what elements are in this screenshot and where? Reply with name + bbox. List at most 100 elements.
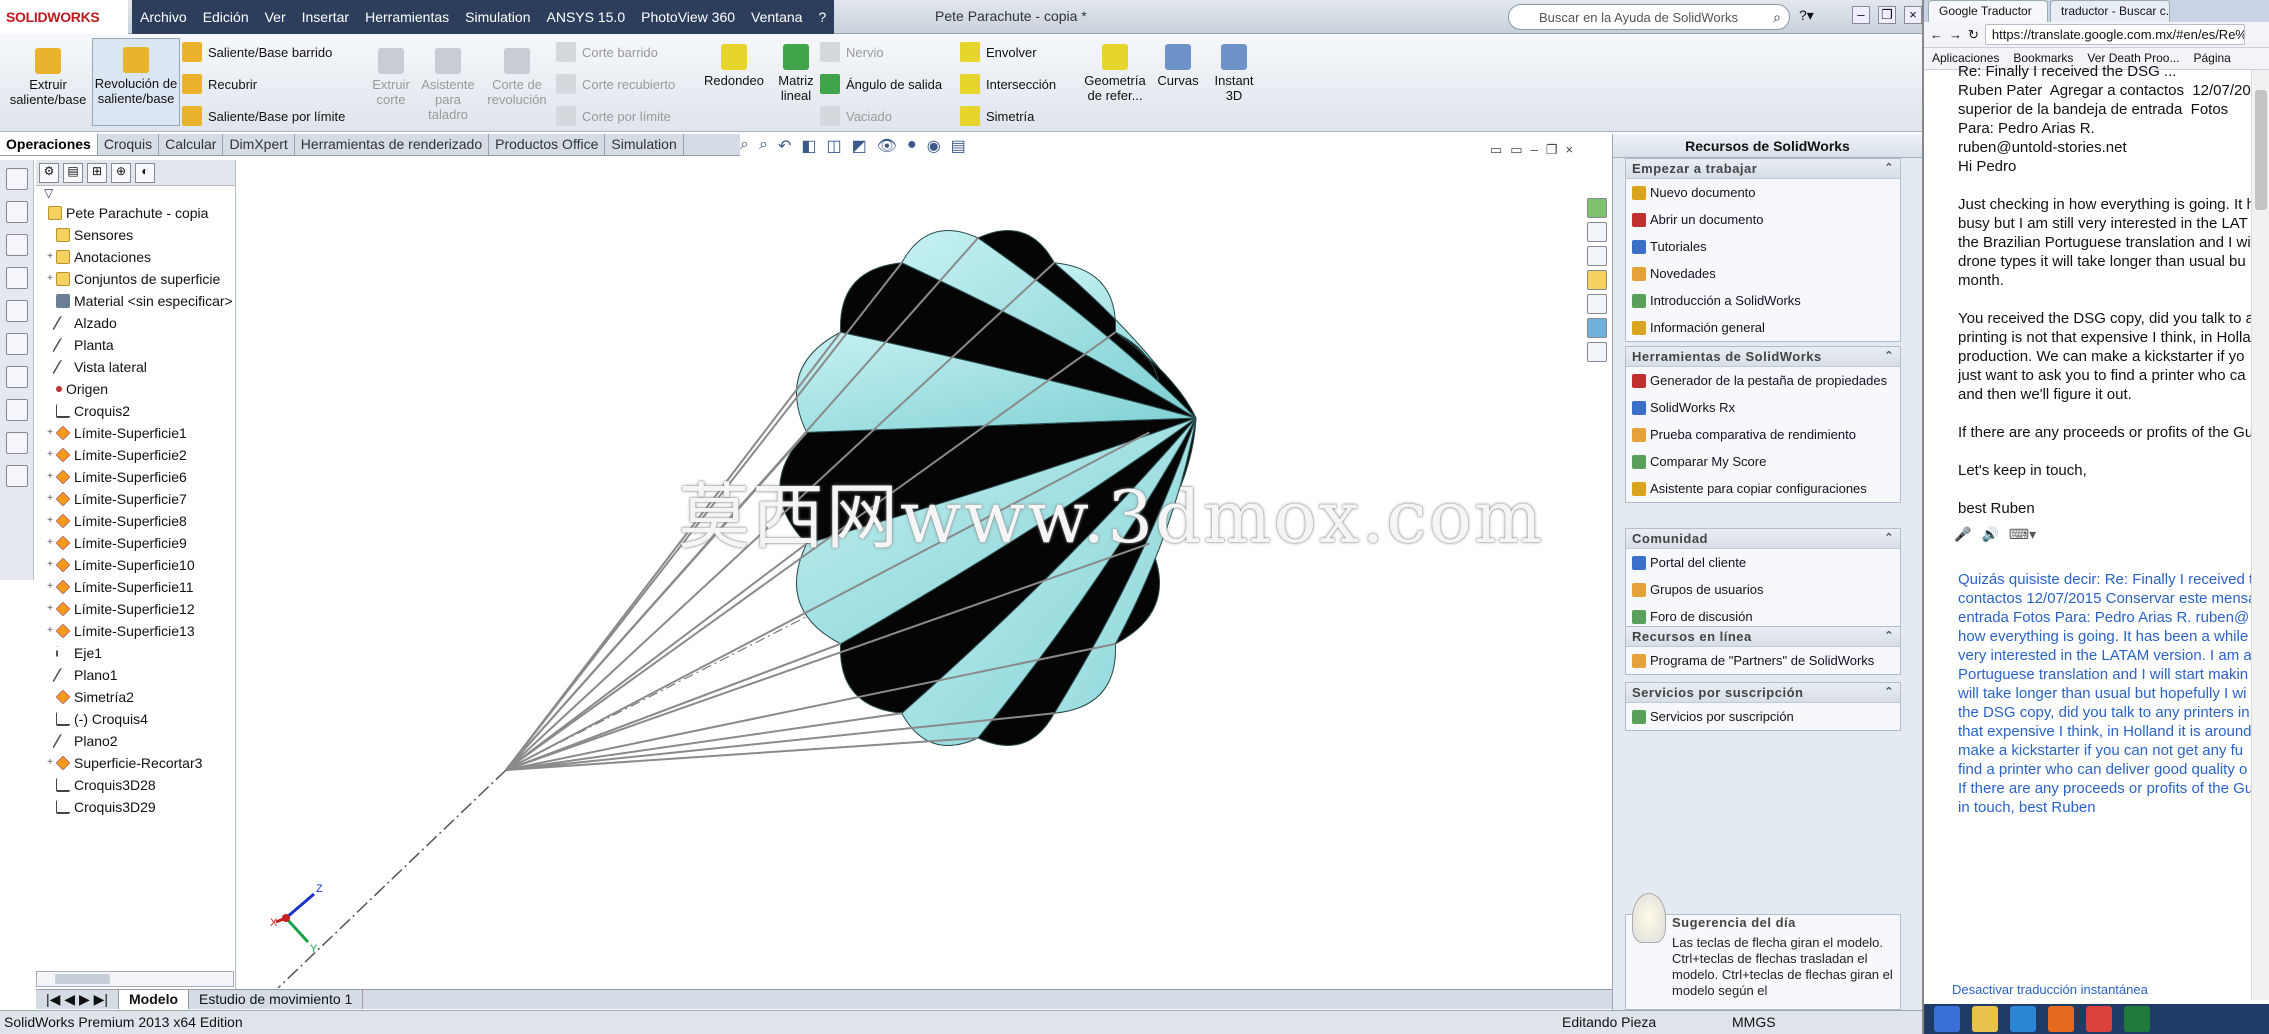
expand-icon[interactable]: + — [44, 510, 56, 532]
url-input[interactable]: https://translate.google.com.mx/#en/es/R… — [1984, 24, 2245, 45]
tree-item[interactable]: Croquis2 — [36, 400, 235, 422]
forward-icon[interactable]: → — [1949, 27, 1962, 42]
scene-icon[interactable]: ◉ — [927, 136, 941, 156]
boundary-cut-button[interactable]: Corte por límite — [556, 106, 671, 126]
tree-item[interactable]: Simetría2 — [36, 686, 235, 708]
start-icon[interactable] — [1934, 1006, 1960, 1032]
configuration-icon[interactable]: ⊞ — [87, 163, 107, 183]
curves-button[interactable]: Curvas — [1154, 44, 1202, 88]
collapse-icon[interactable]: ⌃ — [1884, 161, 1894, 174]
resource-link[interactable]: Grupos de usuarios — [1626, 576, 1900, 603]
collapse-icon[interactable]: ⌃ — [1884, 349, 1894, 362]
expand-icon[interactable]: + — [44, 576, 56, 598]
hole-wizard-button[interactable]: Asistente para taladro — [418, 48, 478, 122]
tree-item[interactable]: Croquis3D29 — [36, 796, 235, 818]
menu-item-9[interactable]: ? — [810, 9, 834, 25]
fillet-button[interactable]: Redondeo — [702, 44, 766, 88]
dimxpert-icon[interactable]: ⊕ — [111, 163, 131, 183]
tab-2[interactable]: Calcular — [159, 134, 224, 155]
disable-instant-translation-link[interactable]: Desactivar traducción instantánea — [1952, 982, 2148, 997]
source-text[interactable]: Re: Finally I received the DSG ... Ruben… — [1958, 62, 2269, 518]
tab-search[interactable]: traductor - Buscar c... — [2050, 0, 2170, 22]
browser-scrollbar[interactable] — [2251, 70, 2269, 1000]
expand-icon[interactable]: + — [44, 466, 56, 488]
tree-item[interactable]: Planta — [36, 334, 235, 356]
restore-icon[interactable]: ❐ — [1878, 6, 1896, 24]
tab-1[interactable]: Croquis — [98, 134, 160, 155]
loft-button[interactable]: Recubrir — [182, 74, 257, 94]
tree-root[interactable]: Pete Parachute - copia — [36, 202, 235, 224]
tab-6[interactable]: Simulation — [605, 134, 684, 155]
expand-icon[interactable]: + — [44, 422, 56, 444]
resource-link[interactable]: Generador de la pestaña de propiedades — [1626, 367, 1900, 394]
tree-item[interactable]: + Superficie-Recortar3 — [36, 752, 235, 774]
boundary-boss-button[interactable]: Saliente/Base por límite — [182, 106, 345, 126]
split-view-icon[interactable]: ▭ — [1490, 142, 1502, 158]
line-tool-icon[interactable] — [6, 234, 28, 256]
explorer-icon[interactable] — [1972, 1006, 1998, 1032]
tree-item[interactable]: Alzado — [36, 312, 235, 334]
expand-icon[interactable]: + — [44, 752, 56, 774]
menu-item-0[interactable]: Archivo — [132, 9, 195, 25]
tree-item[interactable]: + Límite-Superficie11 — [36, 576, 235, 598]
wrap-button[interactable]: Envolver — [960, 42, 1037, 62]
tab-0[interactable]: Operaciones — [0, 134, 98, 155]
tree-scrollbar[interactable] — [36, 971, 234, 987]
resource-link[interactable]: Nuevo documento — [1626, 179, 1900, 206]
appearances-tab-icon[interactable] — [1587, 318, 1607, 338]
tab-model[interactable]: Modelo — [119, 990, 190, 1009]
tree-item[interactable]: Origen — [36, 378, 235, 400]
feature-tree-icon[interactable]: ⚙ — [39, 163, 59, 183]
previous-view-icon[interactable]: ↶ — [778, 136, 791, 156]
rect-tool-icon[interactable] — [6, 267, 28, 289]
menu-item-4[interactable]: Herramientas — [357, 9, 457, 25]
display-manager-icon[interactable]: ◐ — [135, 163, 155, 183]
view-palette-icon[interactable] — [1587, 294, 1607, 314]
view-settings-icon[interactable]: ▤ — [951, 136, 966, 156]
tree-item[interactable]: + Límite-Superficie2 — [36, 444, 235, 466]
search-icon[interactable]: ⌕ — [1773, 9, 1781, 26]
zoom-fit-icon[interactable]: ⌕ — [740, 136, 749, 156]
menu-item-3[interactable]: Insertar — [294, 9, 357, 25]
property-manager-icon[interactable]: ▤ — [63, 163, 83, 183]
circle-tool-icon[interactable] — [6, 300, 28, 322]
chrome-icon[interactable] — [2086, 1006, 2112, 1032]
menu-item-1[interactable]: Edición — [195, 9, 257, 25]
tile-view-icon[interactable]: ▭ — [1510, 142, 1522, 158]
dimension-tool-icon[interactable] — [6, 399, 28, 421]
custom-props-icon[interactable] — [1587, 342, 1607, 362]
home-tab-icon[interactable] — [1587, 222, 1607, 242]
resource-link[interactable]: Asistente para copiar configuraciones — [1626, 475, 1900, 502]
tab-5[interactable]: Productos Office — [489, 134, 606, 155]
mirror-button[interactable]: Simetría — [960, 106, 1034, 126]
folder-tab-icon[interactable] — [1587, 270, 1607, 290]
tab-4[interactable]: Herramientas de renderizado — [295, 134, 490, 155]
linear-pattern-button[interactable]: Matriz lineal — [772, 44, 820, 103]
collapse-icon[interactable]: ⌃ — [1884, 629, 1894, 642]
extrude-cut-button[interactable]: Extruir corte — [368, 48, 414, 107]
resource-link[interactable]: Abrir un documento — [1626, 206, 1900, 233]
firefox-icon[interactable] — [2048, 1006, 2074, 1032]
library-tab-icon[interactable] — [1587, 246, 1607, 266]
tree-item[interactable]: Material <sin especificar> — [36, 290, 235, 312]
resource-link[interactable]: Información general — [1626, 314, 1900, 341]
swept-boss-button[interactable]: Saliente/Base barrido — [182, 42, 332, 62]
tree-item[interactable]: + Límite-Superficie9 — [36, 532, 235, 554]
resource-link[interactable]: Introducción a SolidWorks — [1626, 287, 1900, 314]
tab-google-translate[interactable]: Google Traductor — [1928, 0, 2048, 22]
revolved-cut-button[interactable]: Corte de revolución — [482, 48, 552, 107]
shell-button[interactable]: Vaciado — [820, 106, 892, 126]
appearance-icon[interactable]: ● — [907, 136, 917, 156]
menu-item-5[interactable]: Simulation — [457, 9, 538, 25]
close-icon[interactable]: × — [1904, 6, 1922, 24]
swept-cut-button[interactable]: Corte barrido — [556, 42, 658, 62]
back-icon[interactable]: ← — [1930, 27, 1943, 42]
expand-icon[interactable]: + — [44, 620, 56, 642]
tree-item[interactable]: Plano2 — [36, 730, 235, 752]
mic-icon[interactable]: 🎤 — [1954, 526, 1971, 543]
menu-item-6[interactable]: ANSYS 15.0 — [539, 9, 634, 25]
menu-item-7[interactable]: PhotoView 360 — [633, 9, 743, 25]
excel-icon[interactable] — [2124, 1006, 2150, 1032]
tree-item[interactable]: + Límite-Superficie1 — [36, 422, 235, 444]
expand-icon[interactable]: + — [44, 554, 56, 576]
